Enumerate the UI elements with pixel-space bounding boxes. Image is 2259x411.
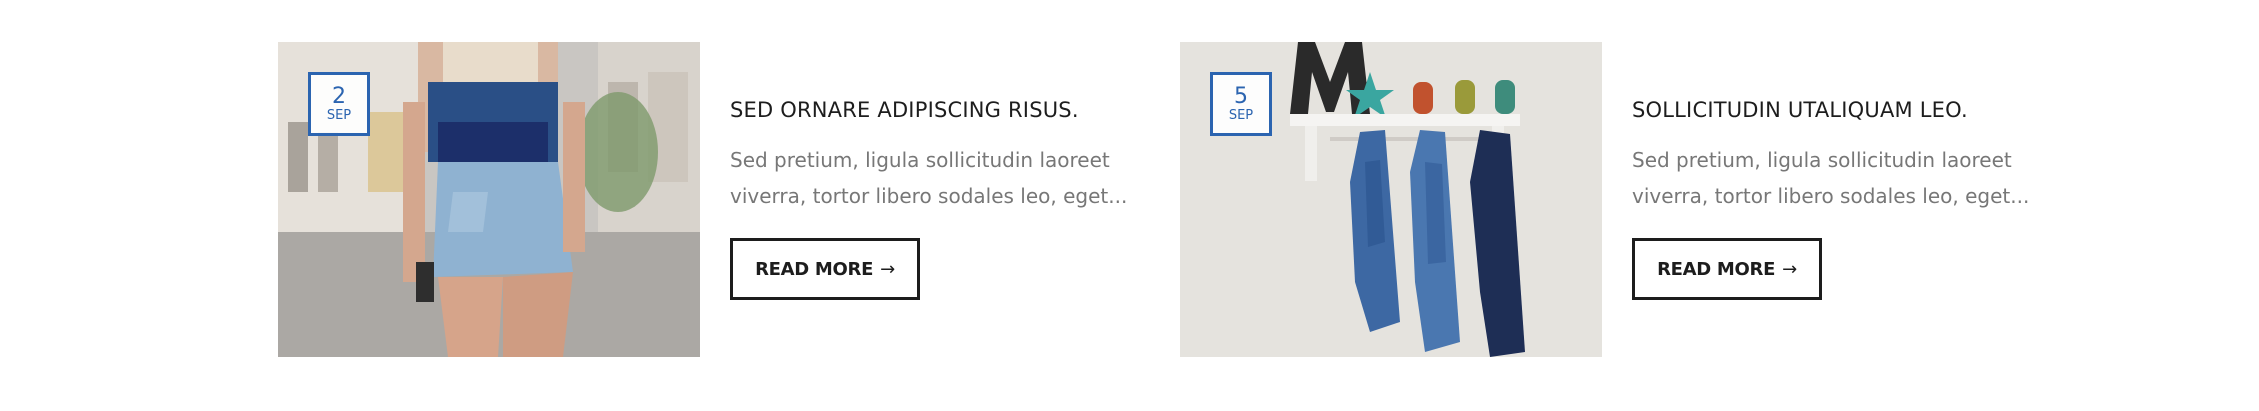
post-thumbnail-image[interactable]: 5 SEP	[1180, 42, 1602, 357]
post-title[interactable]: SED ORNARE ADIPISCING RISUS.	[730, 98, 1079, 122]
date-month: SEP	[1228, 108, 1254, 123]
date-day: 2	[332, 84, 346, 109]
date-month: SEP	[326, 108, 352, 123]
date-badge: 2 SEP	[308, 72, 370, 136]
post-title[interactable]: SOLLICITUDIN UTALIQUAM LEO.	[1632, 98, 1968, 122]
arrow-right-icon: →	[880, 258, 895, 280]
read-more-label: READ MORE	[755, 258, 874, 280]
read-more-label: READ MORE	[1657, 258, 1776, 280]
date-badge: 5 SEP	[1210, 72, 1272, 136]
post-excerpt: Sed pretium, ligula sollicitudin laoreet…	[1632, 148, 2030, 208]
arrow-right-icon: →	[1782, 258, 1797, 280]
read-more-button[interactable]: READ MORE →	[1632, 238, 1822, 300]
read-more-button[interactable]: READ MORE →	[730, 238, 920, 300]
post-thumbnail-image[interactable]: 2 SEP	[278, 42, 700, 357]
post-excerpt: Sed pretium, ligula sollicitudin laoreet…	[730, 148, 1128, 208]
date-day: 5	[1234, 84, 1248, 109]
